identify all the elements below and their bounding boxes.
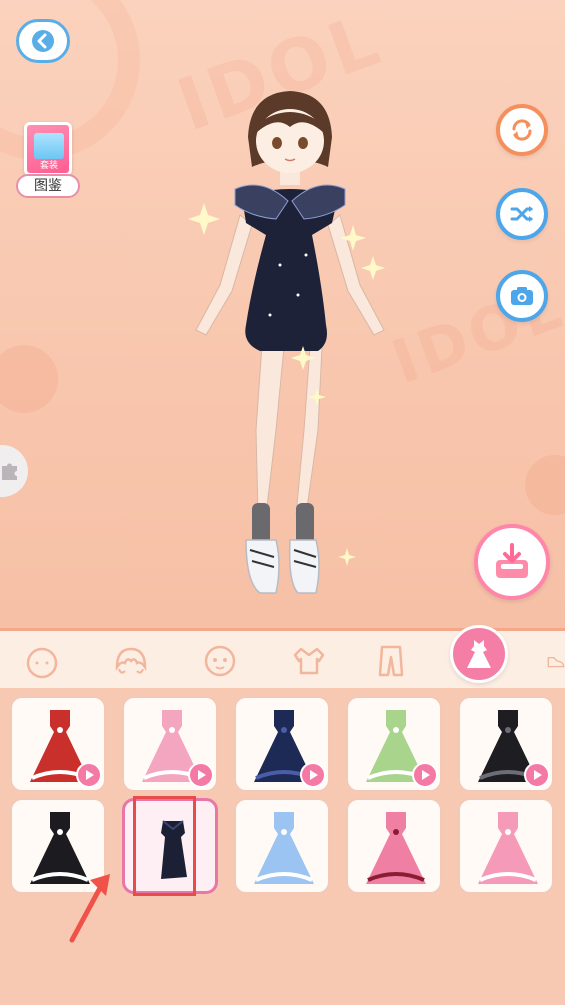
play-icon — [198, 770, 206, 780]
side-drawer-tab[interactable] — [0, 445, 28, 497]
play-icon — [310, 770, 318, 780]
refresh-icon — [512, 119, 532, 141]
pointer-arrow-icon — [69, 874, 110, 943]
tab-makeup[interactable] — [196, 637, 244, 685]
top-icon — [293, 647, 325, 675]
hair-icon — [115, 647, 147, 674]
album-cover: 套装 — [24, 122, 72, 176]
outfit-card-pink-ribbon-dress[interactable] — [122, 696, 218, 792]
save-outfit-button[interactable] — [474, 524, 550, 600]
reset-button[interactable] — [496, 104, 548, 156]
play-icon — [534, 770, 542, 780]
face-icon — [26, 647, 58, 679]
video-preview-button[interactable] — [524, 762, 550, 788]
outfit-card-black-mermaid-gown[interactable] — [458, 696, 554, 792]
video-preview-button[interactable] — [76, 762, 102, 788]
background-circle — [0, 345, 58, 413]
tab-dress[interactable] — [450, 625, 508, 683]
tab-top[interactable] — [285, 637, 333, 685]
shoe-icon — [547, 657, 565, 668]
album-label: 图鉴 — [16, 174, 80, 198]
outfit-thumbnail — [478, 812, 538, 884]
camera-icon — [511, 287, 533, 305]
tab-face[interactable] — [18, 637, 66, 685]
outfit-card-pink-maroon-dress[interactable] — [346, 798, 442, 894]
tab-hair[interactable] — [107, 637, 155, 685]
outfit-card-pink-plaid-dress[interactable] — [458, 798, 554, 894]
back-icon — [32, 30, 54, 52]
video-preview-button[interactable] — [412, 762, 438, 788]
puzzle-icon — [2, 463, 17, 480]
dress-up-stage: IDOL IDOL 套装 图鉴 — [0, 0, 565, 628]
tab-more[interactable] — [545, 637, 565, 685]
selection-highlight-box — [133, 796, 196, 896]
video-preview-button[interactable] — [300, 762, 326, 788]
download-icon — [496, 543, 528, 578]
collection-album-button[interactable]: 套装 图鉴 — [14, 122, 82, 198]
shuffle-button[interactable] — [496, 188, 548, 240]
avatar-character — [188, 91, 385, 594]
background-circle — [525, 455, 565, 515]
makeup-face-icon — [204, 645, 236, 677]
shuffle-icon — [510, 206, 533, 222]
outfit-thumbnail — [366, 812, 426, 884]
pants-icon — [378, 645, 404, 677]
play-icon — [86, 770, 94, 780]
category-tab-bar — [0, 625, 565, 688]
tab-pants[interactable] — [367, 637, 415, 685]
outfit-card-red-white-gown[interactable] — [10, 696, 106, 792]
camera-button[interactable] — [496, 270, 548, 322]
outfit-card-blue-sailor-dress[interactable] — [234, 798, 330, 894]
outfit-card-green-white-dress[interactable] — [346, 696, 442, 792]
video-preview-button[interactable] — [188, 762, 214, 788]
outfit-card-navy-star-gown[interactable] — [234, 696, 330, 792]
album-cover-tag: 套装 — [39, 161, 58, 171]
outfit-thumbnail — [254, 812, 314, 884]
back-button[interactable] — [16, 19, 70, 63]
dress-icon — [467, 640, 491, 668]
play-icon — [422, 770, 430, 780]
